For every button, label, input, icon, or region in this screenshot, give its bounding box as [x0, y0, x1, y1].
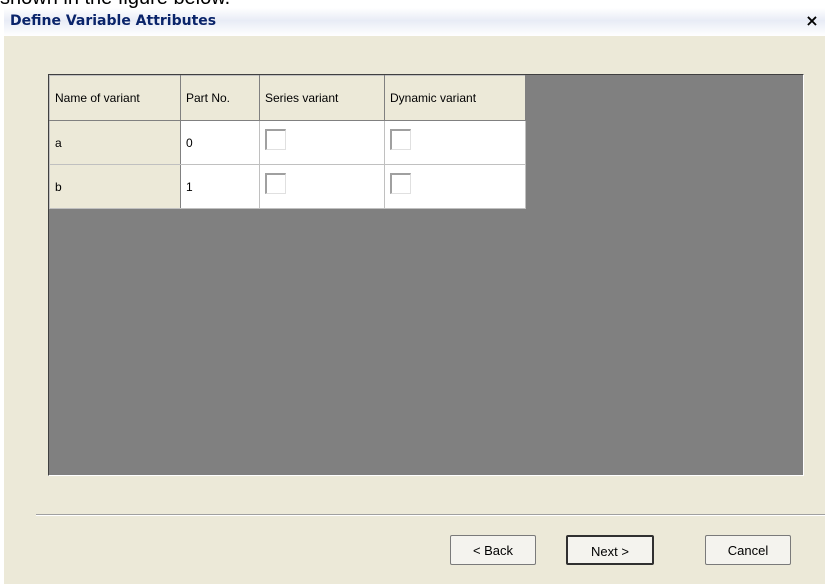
dynamic-variant-checkbox[interactable] [390, 128, 411, 150]
define-variable-attributes-dialog: Define Variable Attributes × Name of var… [4, 8, 825, 584]
variant-name-cell[interactable]: b [49, 164, 181, 209]
column-header-part-no[interactable]: Part No. [180, 75, 260, 121]
series-variant-cell [259, 164, 385, 209]
page: shown in the figure below. Define Variab… [0, 0, 825, 584]
cancel-button[interactable]: Cancel [705, 535, 791, 565]
close-icon[interactable]: × [803, 12, 821, 30]
back-button[interactable]: < Back [450, 535, 536, 565]
variant-grid-area: Name of variant Part No. Series variant … [48, 74, 804, 476]
part-no-cell[interactable]: 0 [180, 120, 260, 165]
dialog-titlebar: Define Variable Attributes × [4, 8, 825, 36]
dynamic-variant-cell [384, 120, 526, 165]
variant-name-cell[interactable]: a [49, 120, 181, 165]
series-variant-checkbox[interactable] [265, 128, 286, 150]
table-header-row: Name of variant Part No. Series variant … [49, 75, 526, 121]
dynamic-variant-cell [384, 164, 526, 209]
dynamic-variant-checkbox[interactable] [390, 172, 411, 194]
series-variant-cell [259, 120, 385, 165]
series-variant-checkbox[interactable] [265, 172, 286, 194]
dialog-title: Define Variable Attributes [10, 13, 217, 29]
column-header-name[interactable]: Name of variant [49, 75, 181, 121]
column-header-dynamic-variant[interactable]: Dynamic variant [384, 75, 526, 121]
button-divider [36, 514, 825, 516]
next-button[interactable]: Next > [566, 535, 654, 565]
table-row: b 1 [49, 164, 526, 209]
table-row: a 0 [49, 120, 526, 165]
variant-table: Name of variant Part No. Series variant … [49, 75, 526, 209]
part-no-cell[interactable]: 1 [180, 164, 260, 209]
column-header-series-variant[interactable]: Series variant [259, 75, 385, 121]
